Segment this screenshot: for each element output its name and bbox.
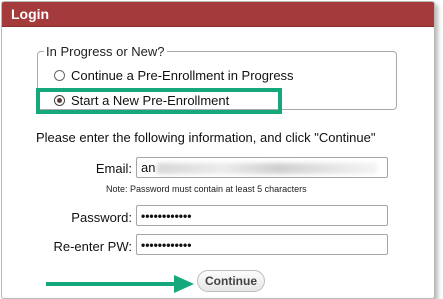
redacted-email <box>157 163 378 175</box>
password-label: Password: <box>71 210 132 225</box>
reenter-password-field[interactable]: •••••••••••• <box>136 234 388 255</box>
email-value: an <box>141 160 156 175</box>
title-bar: Login <box>2 2 434 27</box>
continue-option-label: Continue a Pre-Enrollment in Progress <box>71 68 294 83</box>
email-label: Email: <box>95 161 132 176</box>
continue-pre-enrollment-option[interactable]: Continue a Pre-Enrollment in Progress <box>54 68 294 83</box>
window-title: Login <box>11 6 50 22</box>
highlight-box <box>36 88 282 114</box>
login-panel: Login In Progress or New? Continue a Pre… <box>1 1 435 299</box>
password-field[interactable]: •••••••••••• <box>136 205 388 226</box>
password-value: •••••••••••• <box>141 209 192 223</box>
radio-continue[interactable] <box>54 70 65 81</box>
reenter-password-value: •••••••••••• <box>141 238 192 252</box>
right-arrow-icon <box>46 275 194 293</box>
email-field[interactable]: an <box>136 157 388 178</box>
reenter-password-label: Re-enter PW: <box>53 239 132 254</box>
instruction-text: Please enter the following information, … <box>36 130 376 145</box>
password-note: Note: Password must contain at least 5 c… <box>106 184 307 194</box>
continue-button[interactable]: Continue <box>197 270 265 292</box>
group-legend: In Progress or New? <box>46 44 165 59</box>
